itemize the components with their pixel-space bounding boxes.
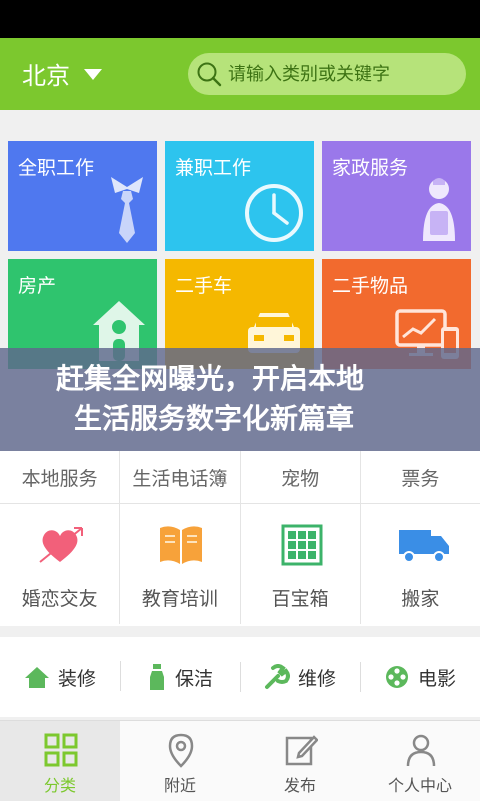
service-cleaning[interactable]: 保洁 xyxy=(120,661,240,691)
category-phone-book[interactable]: 生活电话簿 xyxy=(120,451,241,503)
service-label: 保洁 xyxy=(174,667,213,690)
tile-label: 二手物品 xyxy=(332,275,409,297)
service-repair[interactable]: 维修 xyxy=(240,661,360,692)
promo-line-1: 赶集全网曝光，开启本地 xyxy=(56,362,365,395)
tab-label: 个人中心 xyxy=(387,776,452,795)
category-label: 百宝箱 xyxy=(271,588,329,610)
category-treasure-box[interactable]: 百宝箱 xyxy=(241,504,361,624)
promo-line-2: 生活服务数字化新篇章 xyxy=(74,402,355,435)
tile-label: 兼职工作 xyxy=(175,157,252,179)
wrench-icon xyxy=(264,664,290,689)
service-label: 装修 xyxy=(57,667,96,690)
promo-banner-overlay[interactable]: 赶集全网曝光，开启本地 生活服务数字化新篇章 xyxy=(0,348,480,451)
service-strip: 装修 保洁 维修 电影 xyxy=(0,637,480,717)
grid-icon xyxy=(44,733,78,767)
tile-label: 房产 xyxy=(18,275,57,297)
person-icon xyxy=(406,734,436,767)
category-tile-grid: 全职工作 兼职工作 家政服务 房产 二手车 二手物品 xyxy=(0,127,480,377)
city-label: 北京 xyxy=(22,62,70,90)
truck-icon xyxy=(398,530,449,563)
bottom-tab-bar: 分类 附近 发布 个人中心 xyxy=(0,720,480,801)
chevron-down-icon xyxy=(84,69,102,80)
tile-part-time-job[interactable]: 兼职工作 xyxy=(165,141,314,251)
treasure-box-icon xyxy=(281,524,322,566)
service-label: 维修 xyxy=(297,667,336,690)
tab-profile[interactable]: 个人中心 xyxy=(360,721,480,801)
category-label: 搬家 xyxy=(401,588,440,610)
search-icon xyxy=(197,62,222,87)
category-education[interactable]: 教育培训 xyxy=(120,504,241,624)
necktie-icon xyxy=(111,177,143,243)
category-label: 教育培训 xyxy=(141,588,218,610)
tab-post[interactable]: 发布 xyxy=(240,721,360,801)
category-text-row: 本地服务 生活电话簿 宠物 票务 xyxy=(0,451,480,504)
service-label: 电影 xyxy=(417,667,456,690)
tile-label: 家政服务 xyxy=(332,157,409,179)
tab-label: 发布 xyxy=(283,776,316,795)
search-input[interactable] xyxy=(226,62,460,86)
tile-housekeeping[interactable]: 家政服务 xyxy=(322,141,471,251)
category-tickets[interactable]: 票务 xyxy=(361,451,480,503)
home-icon xyxy=(24,667,49,688)
tab-label: 附近 xyxy=(163,776,196,795)
tab-nearby[interactable]: 附近 xyxy=(120,721,240,801)
service-decoration[interactable]: 装修 xyxy=(0,664,120,691)
housekeeper-icon xyxy=(423,178,455,241)
clock-icon xyxy=(245,184,303,242)
film-reel-icon xyxy=(385,666,408,688)
tab-label: 分类 xyxy=(43,776,76,795)
city-selector[interactable]: 北京 xyxy=(22,56,102,91)
category-moving[interactable]: 搬家 xyxy=(361,504,480,624)
book-icon xyxy=(160,526,203,564)
tile-full-time-job[interactable]: 全职工作 xyxy=(8,141,157,251)
category-local-services[interactable]: 本地服务 xyxy=(0,451,121,503)
service-movies[interactable]: 电影 xyxy=(360,661,480,692)
tile-label: 二手车 xyxy=(175,275,233,297)
category-label: 婚恋交友 xyxy=(21,588,98,610)
category-icon-row: 婚恋交友 教育培训 百宝箱 搬家 xyxy=(0,504,480,624)
category-list: 本地服务 生活电话簿 宠物 票务 婚恋交友 教育培训 百宝箱 搬家 xyxy=(0,451,480,626)
tile-label: 全职工作 xyxy=(18,157,95,179)
heart-arrow-icon xyxy=(39,527,83,563)
tab-categories[interactable]: 分类 xyxy=(0,721,120,801)
spray-bottle-icon xyxy=(149,664,164,690)
category-dating[interactable]: 婚恋交友 xyxy=(0,504,121,624)
category-pets[interactable]: 宠物 xyxy=(241,451,361,503)
status-bar xyxy=(0,0,480,38)
location-pin-icon xyxy=(168,733,194,768)
edit-icon xyxy=(285,735,318,766)
header-bar: 北京 xyxy=(0,38,480,110)
search-box[interactable] xyxy=(188,53,466,95)
